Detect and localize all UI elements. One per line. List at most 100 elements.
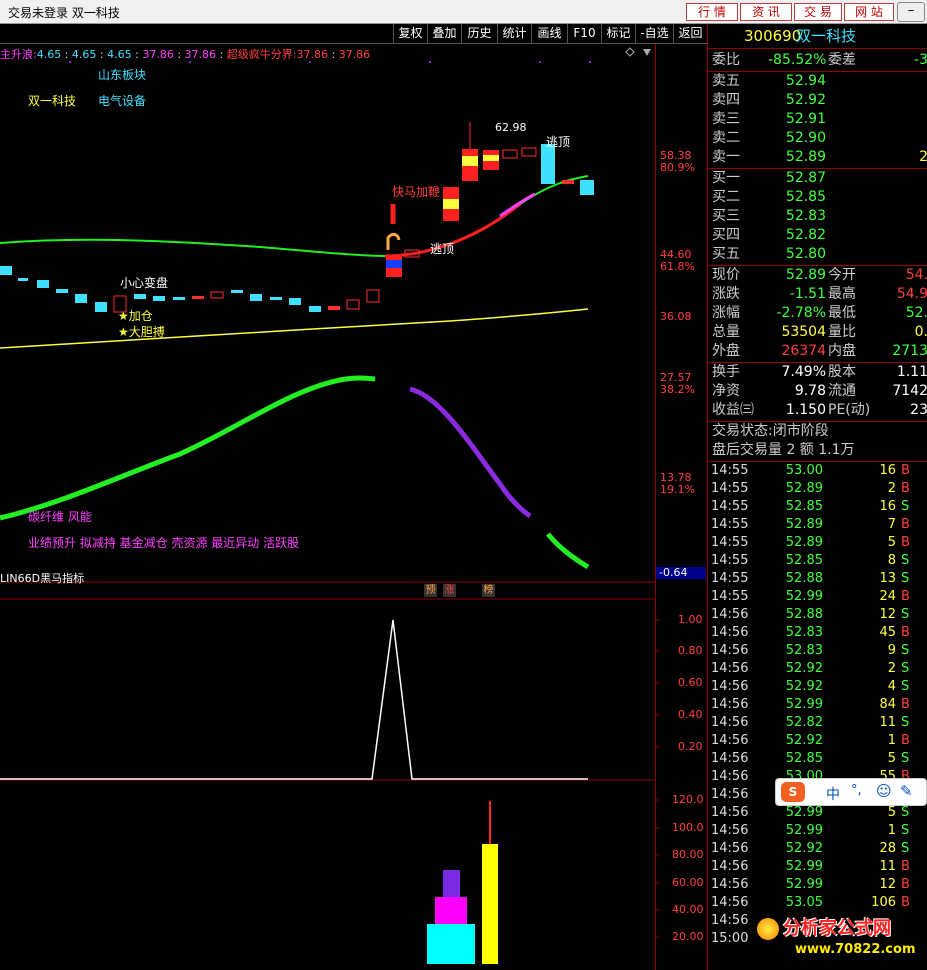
sector-label: 山东板块 bbox=[98, 68, 147, 82]
ask-row[interactable]: 卖三 52.91 bbox=[708, 110, 927, 129]
tick-flag: B bbox=[901, 535, 910, 550]
tick-price: 52.92 bbox=[785, 733, 823, 748]
tick-flag: B bbox=[901, 697, 910, 712]
tick-time: 14:55 bbox=[711, 517, 749, 532]
tick-row[interactable]: 14:56 52.99 12 B bbox=[708, 876, 927, 894]
ime-punct[interactable]: °, bbox=[851, 783, 862, 798]
f10-button[interactable]: F10 bbox=[567, 24, 601, 44]
tick-row[interactable]: 14:55 52.85 16 S bbox=[708, 498, 927, 516]
website-button[interactable]: 网 站 bbox=[844, 3, 894, 21]
tick-volume: 4 bbox=[887, 679, 896, 694]
tick-price: 52.88 bbox=[785, 571, 823, 586]
stock-name-label: 双一科技 bbox=[28, 94, 77, 108]
tick-volume: 2 bbox=[887, 661, 896, 676]
sub2-axis-label: 120.0 bbox=[672, 793, 704, 806]
green-tail-curve bbox=[546, 532, 590, 570]
tick-time: 14:56 bbox=[711, 859, 749, 874]
tick-row[interactable]: 14:56 52.99 5 S bbox=[708, 804, 927, 822]
ask-row[interactable]: 卖二 52.90 bbox=[708, 129, 927, 148]
overlay-button[interactable]: 叠加 bbox=[427, 24, 461, 44]
tick-row[interactable]: 14:56 52.99 11 B bbox=[708, 858, 927, 876]
quote-button[interactable]: 行 情 bbox=[686, 3, 738, 21]
chart-toolbar: 复权 叠加 历史 统计 画线 F10 标记 -自选 返回 bbox=[0, 24, 707, 44]
ime-mode[interactable]: 中 bbox=[826, 784, 840, 804]
tick-time: 14:55 bbox=[711, 463, 749, 478]
tick-volume: 5 bbox=[887, 535, 896, 550]
mark-button[interactable]: 标记 bbox=[601, 24, 635, 44]
tick-row[interactable]: 14:56 53.05 106 B bbox=[708, 894, 927, 912]
tick-volume: 16 bbox=[879, 463, 896, 478]
tick-row[interactable]: 14:55 52.89 2 B bbox=[708, 480, 927, 498]
tick-row[interactable]: 14:55 52.89 5 B bbox=[708, 534, 927, 552]
fuquan-button[interactable]: 复权 bbox=[393, 24, 427, 44]
tick-time: 14:56 bbox=[711, 697, 749, 712]
sogou-icon[interactable]: S bbox=[781, 782, 805, 802]
bid-row[interactable]: 买二 52.85 bbox=[708, 188, 927, 207]
bid-row[interactable]: 买一 52.87 bbox=[708, 169, 927, 188]
tick-row[interactable]: 14:55 53.00 16 B bbox=[708, 462, 927, 480]
tick-row[interactable]: 14:56 52.99 84 B bbox=[708, 696, 927, 714]
tick-volume: 5 bbox=[887, 805, 896, 820]
trade-status: 交易状态:闭市阶段 bbox=[712, 423, 829, 439]
ask-row[interactable]: 卖四 52.92 bbox=[708, 91, 927, 110]
tick-row[interactable]: 14:55 52.85 8 S bbox=[708, 552, 927, 570]
tick-time: 14:56 bbox=[711, 625, 749, 640]
tick-time: 14:56 bbox=[711, 913, 749, 928]
quote-panel: 300690 双一科技 委比 -85.52% 委差 -3 卖五 52.94 卖四 52.9… bbox=[707, 24, 927, 970]
chart-canvas bbox=[0, 47, 660, 964]
tick-time: 14:55 bbox=[711, 481, 749, 496]
tick-row[interactable]: 14:55 52.99 24 B bbox=[708, 588, 927, 606]
tick-row[interactable]: 14:56 52.82 11 S bbox=[708, 714, 927, 732]
tick-time: 14:55 bbox=[711, 571, 749, 586]
tick-price: 52.99 bbox=[785, 697, 823, 712]
tick-volume: 16 bbox=[879, 499, 896, 514]
kline-chart[interactable]: 主升浪:4.65 : 4.65 : 4.65 : 37.86 : 37.86 :… bbox=[0, 44, 707, 970]
tick-time: 14:55 bbox=[711, 535, 749, 550]
tick-row[interactable]: 14:56 52.92 2 S bbox=[708, 660, 927, 678]
minimize-button[interactable]: – bbox=[897, 2, 925, 22]
tick-row[interactable]: 14:55 52.88 13 S bbox=[708, 570, 927, 588]
tick-time: 14:56 bbox=[711, 643, 749, 658]
news-button[interactable]: 资 讯 bbox=[740, 3, 792, 21]
trade-button[interactable]: 交 易 bbox=[794, 3, 842, 21]
tick-row[interactable]: 14:56 52.83 9 S bbox=[708, 642, 927, 660]
tick-price: 53.00 bbox=[785, 463, 823, 478]
ask-row[interactable]: 卖一 52.89 2 bbox=[708, 148, 927, 167]
tick-volume: 11 bbox=[879, 715, 896, 730]
tick-time: 14:55 bbox=[711, 499, 749, 514]
tick-row[interactable]: 14:56 52.88 12 S bbox=[708, 606, 927, 624]
ask-row[interactable]: 卖五 52.94 bbox=[708, 72, 927, 91]
tick-row[interactable]: 14:56 52.92 4 S bbox=[708, 678, 927, 696]
tick-time: 14:56 bbox=[711, 769, 749, 784]
tick-volume: 1 bbox=[887, 823, 896, 838]
tick-time: 14:56 bbox=[711, 823, 749, 838]
back-button[interactable]: 返回 bbox=[673, 24, 707, 44]
tick-price: 52.92 bbox=[785, 661, 823, 676]
emoji-icon[interactable]: ☺ bbox=[876, 782, 892, 800]
sub1-axis-label: 1.00 bbox=[678, 613, 703, 626]
history-button[interactable]: 历史 bbox=[461, 24, 497, 44]
industry-label: 电气设备 bbox=[98, 94, 147, 108]
tick-flag: S bbox=[901, 823, 910, 838]
stats-button[interactable]: 统计 bbox=[497, 24, 531, 44]
tick-row[interactable]: 14:56 52.85 5 S bbox=[708, 750, 927, 768]
tick-row[interactable]: 14:56 52.99 1 S bbox=[708, 822, 927, 840]
tick-row[interactable]: 14:56 52.92 28 S bbox=[708, 840, 927, 858]
tick-row[interactable]: 14:55 52.89 7 B bbox=[708, 516, 927, 534]
tick-row[interactable]: 14:56 52.92 1 B bbox=[708, 732, 927, 750]
tick-row[interactable]: 14:56 52.83 45 B bbox=[708, 624, 927, 642]
bid-row[interactable]: 买三 52.83 bbox=[708, 207, 927, 226]
yellow-ma-line bbox=[0, 308, 589, 349]
draw-line-button[interactable]: 画线 bbox=[531, 24, 567, 44]
sub1-axis-label: 0.80 bbox=[678, 644, 703, 657]
bid-row[interactable]: 买五 52.80 bbox=[708, 245, 927, 264]
watchlist-button[interactable]: -自选 bbox=[635, 24, 673, 44]
tick-flag: B bbox=[901, 625, 910, 640]
ime-toolbar[interactable]: S 中 °, ☺ ✎ bbox=[775, 778, 927, 806]
magenta-ma-segment bbox=[499, 192, 536, 218]
tick-flag: B bbox=[901, 589, 910, 604]
pen-icon[interactable]: ✎ bbox=[900, 782, 913, 800]
diamond-icon bbox=[625, 47, 635, 57]
tick-volume: 12 bbox=[879, 877, 896, 892]
bid-row[interactable]: 买四 52.82 bbox=[708, 226, 927, 245]
